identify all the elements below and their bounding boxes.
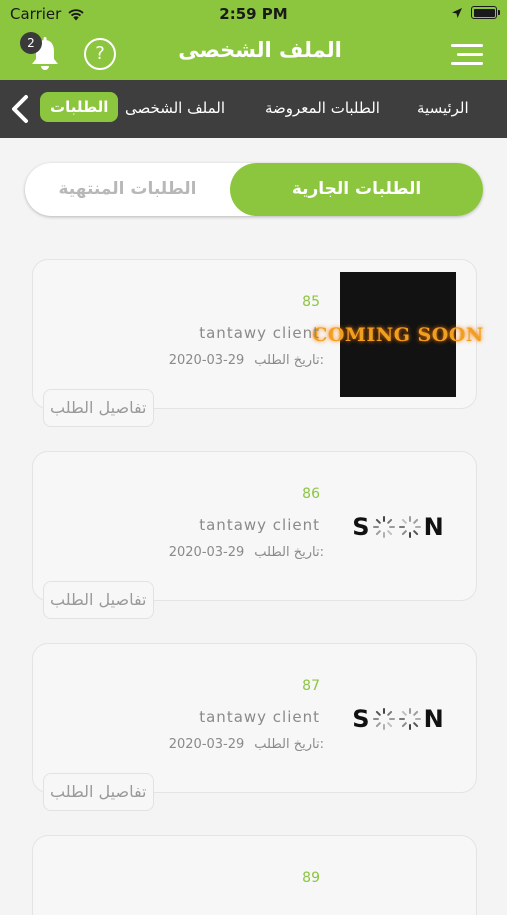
notifications-button[interactable]: 2 [20,32,60,70]
app-header: 2 ? الملف الشخصى [0,28,507,80]
soon-logo-image: S N [340,656,456,781]
order-details-button[interactable]: تفاصيل الطلب [43,581,154,619]
status-time: 2:59 PM [219,5,288,23]
menu-icon-line [451,62,483,65]
nav-item-orders[interactable]: الطلبات [40,92,119,122]
menu-icon-line [457,53,483,56]
order-number: 89 [302,870,320,886]
help-icon: ? [95,43,105,64]
menu-button[interactable] [451,42,483,66]
menu-icon [451,44,483,47]
order-number: 85 [302,294,320,310]
order-date-label: تاريخ الطلب: [254,737,324,752]
chevron-left-icon [12,95,28,123]
status-indicators [451,6,500,19]
client-name: tantawy client [199,516,320,534]
order-card[interactable]: S N 87 tantawy client 2020-03-29 تاريخ ا… [32,643,477,811]
order-date-row: 2020-03-29 تاريخ الطلب: [169,737,324,752]
nav-bar: الطلبات الملف الشخصى الطلبات المعروضة ال… [0,80,507,138]
soon-logo-letter-n: N [423,704,444,733]
page-title: الملف الشخصى [178,38,342,62]
coming-soon-text: COMING SOON [312,323,484,346]
notification-badge: 2 [20,32,42,54]
loading-spinner-icon [372,707,395,730]
soon-logo-letter-s: S [352,512,370,541]
order-date-label: تاريخ الطلب: [254,545,324,560]
location-arrow-icon [452,7,462,18]
order-date-label: تاريخ الطلب: [254,353,324,368]
tab-current-orders[interactable]: الطلبات الجارية [230,163,483,216]
soon-logo-letter-s: S [352,704,370,733]
order-date-row: 2020-03-29 تاريخ الطلب: [169,353,324,368]
help-button[interactable]: ? [84,38,116,70]
loading-spinner-icon [398,707,421,730]
coming-soon-image: COMING SOON [312,272,483,397]
order-number: 87 [302,678,320,694]
order-number: 86 [302,486,320,502]
order-details-button[interactable]: تفاصيل الطلب [43,773,154,811]
loading-spinner-icon [398,515,421,538]
tab-finished-orders[interactable]: الطلبات المنتهية [25,163,230,216]
nav-item-profile[interactable]: الملف الشخصى [125,99,225,117]
nav-item-offered-orders[interactable]: الطلبات المعروضة [265,99,380,117]
loading-spinner-icon [372,515,395,538]
nav-item-home[interactable]: الرئيسية [417,99,469,117]
soon-logo-image: S N [340,464,456,589]
order-date-value: 2020-03-29 [168,353,245,368]
order-card[interactable]: S N 86 tantawy client 2020-03-29 تاريخ ا… [32,451,477,619]
soon-logo-letter-n: N [423,512,444,541]
order-date-value: 2020-03-29 [168,737,245,752]
battery-icon [471,6,500,19]
order-details-button[interactable]: تفاصيل الطلب [43,389,154,427]
back-button[interactable] [8,94,32,124]
status-bar: Carrier 2:59 PM [0,0,507,28]
order-card[interactable]: 89 [32,835,477,915]
orders-status-toggle: الطلبات المنتهية الطلبات الجارية [25,163,483,216]
order-date-row: 2020-03-29 تاريخ الطلب: [169,545,324,560]
client-name: tantawy client [199,708,320,726]
order-card[interactable]: COMING SOON 85 tantawy client 2020-03-29… [32,259,483,427]
client-name: tantawy client [199,324,320,342]
order-date-value: 2020-03-29 [168,545,245,560]
